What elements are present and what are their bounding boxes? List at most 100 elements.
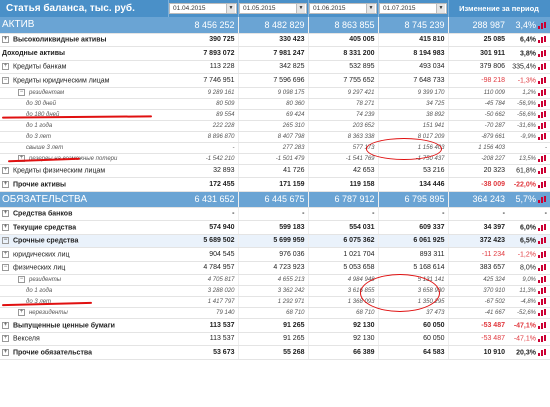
- change-value: 425 324: [448, 274, 508, 286]
- value-cell: 78 271: [308, 98, 379, 110]
- trend-chart-icon[interactable]: [538, 181, 547, 188]
- row-name: Кредиты юридическим лицам: [13, 76, 110, 84]
- value-cell: 493 034: [378, 60, 449, 74]
- expand-icon[interactable]: +: [2, 250, 9, 258]
- value-cell: 5 699 959: [238, 234, 309, 248]
- value-cell: 89 554: [168, 109, 239, 121]
- change-percent: -31,6%: [508, 120, 550, 132]
- trend-chart-icon[interactable]: [538, 335, 547, 343]
- trend-chart-icon[interactable]: [538, 133, 547, 140]
- change-percent: 13,5%: [508, 153, 550, 165]
- value-cell: 6 787 912: [308, 191, 379, 208]
- trend-chart-icon[interactable]: [538, 224, 547, 231]
- row-label: + Прочие обязательства: [0, 345, 168, 360]
- date-select-1[interactable]: 01.04.2015 ▼: [169, 3, 237, 14]
- date-select-2[interactable]: 01.05.2015 ▼: [239, 3, 307, 14]
- row-label: +резервы на возможные потери: [0, 153, 168, 165]
- trend-chart-icon[interactable]: [538, 322, 547, 329]
- expand-icon[interactable]: +: [2, 223, 9, 231]
- change-value: 379 806: [448, 60, 508, 74]
- value-cell: 74 239: [308, 109, 379, 121]
- trend-chart-icon[interactable]: [538, 167, 547, 175]
- trend-chart-icon[interactable]: [538, 22, 547, 29]
- trend-chart-icon[interactable]: [538, 298, 547, 306]
- trend-chart-icon[interactable]: [538, 77, 547, 84]
- trend-chart-icon[interactable]: [538, 287, 547, 295]
- row-name: Прочие обязательства: [13, 348, 92, 356]
- expand-icon[interactable]: +: [2, 210, 9, 218]
- percent-text: 61,8%: [516, 167, 536, 175]
- row-name: резидентам: [29, 90, 65, 97]
- value-cell: 7 893 072: [168, 46, 239, 61]
- value-cell: 6 075 362: [308, 234, 379, 248]
- value-cell: -1 541 769: [308, 153, 379, 165]
- change-percent: 6,5%: [508, 234, 550, 248]
- value-cell: 9 098 175: [238, 87, 309, 99]
- expand-icon[interactable]: +: [18, 309, 25, 317]
- value-cell: 8 863 855: [308, 17, 379, 34]
- trend-chart-icon[interactable]: [538, 309, 547, 317]
- collapse-icon[interactable]: −: [2, 237, 9, 245]
- trend-chart-icon[interactable]: [538, 89, 547, 96]
- chevron-down-icon: ▼: [366, 4, 375, 13]
- change-value: -67 502: [448, 296, 508, 308]
- trend-chart-icon[interactable]: [538, 50, 547, 57]
- value-cell: -: [378, 207, 449, 221]
- value-cell: 9 289 161: [168, 87, 239, 99]
- value-cell: 9 399 170: [378, 87, 449, 99]
- percent-text: 13,5%: [518, 156, 536, 163]
- value-cell: 113 537: [168, 332, 239, 346]
- trend-chart-icon[interactable]: [538, 264, 547, 272]
- row-label: − резидентам: [0, 87, 168, 99]
- row-label: АКТИВ: [0, 17, 168, 34]
- change-percent: -47,1%: [508, 332, 550, 346]
- change-percent: 6,0%: [508, 220, 550, 235]
- collapse-icon[interactable]: −: [18, 88, 25, 96]
- collapse-icon[interactable]: −: [18, 276, 25, 284]
- trend-chart-icon[interactable]: [538, 155, 547, 162]
- expand-icon[interactable]: +: [2, 36, 9, 44]
- value-cell: 8 745 239: [378, 17, 449, 34]
- value-cell: 80 360: [238, 98, 309, 110]
- change-value: 10 910: [448, 345, 508, 360]
- expand-icon[interactable]: +: [2, 167, 9, 175]
- value-cell: 7 596 696: [238, 73, 309, 88]
- collapse-icon[interactable]: −: [2, 76, 9, 84]
- trend-chart-icon[interactable]: [538, 276, 547, 284]
- change-value: -208 227: [448, 153, 508, 165]
- table-row: − Срочные средства 5 689 502 5 699 959 6 075…: [0, 234, 550, 248]
- trend-chart-icon[interactable]: [538, 349, 547, 356]
- change-value: 372 423: [448, 234, 508, 248]
- value-cell: 222 228: [168, 120, 239, 132]
- trend-chart-icon[interactable]: [538, 122, 547, 129]
- change-percent: 5,7%: [508, 191, 550, 208]
- expand-icon[interactable]: +: [2, 335, 9, 343]
- value-cell: 342 825: [238, 60, 309, 74]
- expand-icon[interactable]: +: [2, 321, 9, 329]
- row-label: до 30 дней: [0, 98, 168, 110]
- row-name: ОБЯЗАТЕЛЬСТВА: [2, 193, 88, 205]
- value-cell: 4 705 817: [168, 274, 239, 286]
- collapse-icon[interactable]: −: [2, 264, 9, 272]
- value-cell: 904 545: [168, 247, 239, 262]
- percent-text: 5,7%: [515, 194, 536, 204]
- trend-chart-icon[interactable]: [538, 100, 547, 107]
- expand-icon[interactable]: +: [2, 63, 9, 71]
- trend-chart-icon[interactable]: [538, 111, 547, 118]
- table-row: + юридических лиц 904 545 976 036 1 021 704 8…: [0, 247, 550, 262]
- value-cell: 4 723 923: [238, 261, 309, 275]
- date-select-3[interactable]: 01.06.2015 ▼: [309, 3, 377, 14]
- value-cell: 3 288 020: [168, 285, 239, 297]
- trend-chart-icon[interactable]: [538, 196, 547, 204]
- expand-icon[interactable]: +: [2, 180, 9, 188]
- trend-chart-icon[interactable]: [538, 237, 547, 245]
- date-select-4[interactable]: 01.07.2015 ▼: [379, 3, 447, 14]
- trend-chart-icon[interactable]: [538, 36, 547, 44]
- change-percent: -22,0%: [508, 177, 550, 192]
- percent-text: -52,6%: [516, 310, 536, 317]
- table-row: свыше 3 лет -277 283 577 173 1 156 403 1 156…: [0, 142, 550, 154]
- trend-chart-icon[interactable]: [538, 251, 547, 258]
- expand-icon[interactable]: +: [2, 348, 9, 356]
- trend-chart-icon[interactable]: [538, 63, 547, 71]
- value-cell: 91 265: [238, 332, 309, 346]
